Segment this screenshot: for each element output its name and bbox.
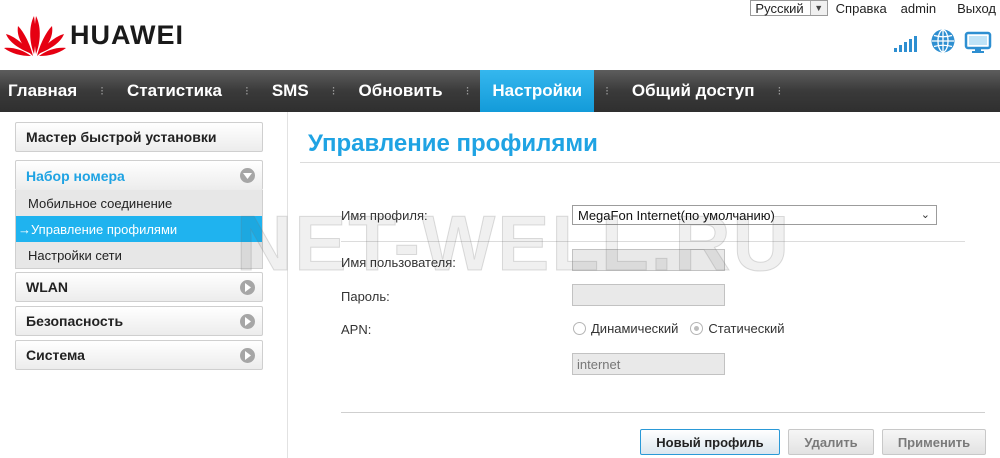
language-select[interactable]: Русский ▼ (750, 0, 828, 16)
apn-label: APN: (341, 322, 372, 337)
apn-mode-group: Динамический Статический (573, 321, 784, 336)
help-link[interactable]: Справка (836, 1, 887, 16)
chevron-right-icon (240, 314, 255, 329)
sidebar-item-wlan[interactable]: WLAN (15, 272, 263, 302)
profile-name-select[interactable]: MegaFon Internet(по умолчанию) ⌄ (572, 205, 937, 225)
sidebar-item-security[interactable]: Безопасность (15, 306, 263, 336)
username-input[interactable] (572, 249, 725, 271)
nav-home[interactable]: Главная (0, 70, 89, 112)
sidebar-item-system[interactable]: Система (15, 340, 263, 370)
profile-name-value: MegaFon Internet(по умолчанию) (578, 207, 775, 223)
logout-link[interactable]: Выход (957, 1, 996, 16)
actions-divider (341, 412, 985, 413)
sidebar: Мастер быстрой установки Набор номера Мо… (15, 122, 263, 370)
sidebar-item-quick-setup[interactable]: Мастер быстрой установки (15, 122, 263, 152)
chevron-right-icon (240, 348, 255, 363)
nav-separator: ⁝ (100, 84, 104, 98)
brand-name: HUAWEI (70, 20, 184, 50)
chevron-down-icon: ⌄ (920, 209, 930, 221)
chevron-down-icon (240, 168, 255, 183)
sidebar-submenu-dialup: Мобильное соединение →Управление профиля… (15, 190, 263, 269)
sidebar-item-label: Мастер быстрой установки (26, 129, 217, 145)
apply-button[interactable]: Применить (882, 429, 986, 455)
sidebar-item-label: Набор номера (26, 167, 125, 184)
language-value: Русский (755, 0, 804, 16)
nav-sms[interactable]: SMS (260, 70, 321, 112)
nav-separator: ⁝ (465, 84, 470, 98)
nav-sharing[interactable]: Общий доступ (620, 70, 767, 112)
password-label: Пароль: (341, 289, 390, 304)
nav-separator: ⁝ (245, 84, 249, 98)
header: HUAWEI Русский ▼ Справка admin Выход (0, 0, 1000, 70)
nav-update[interactable]: Обновить (347, 70, 455, 112)
nav-settings[interactable]: Настройки (480, 70, 595, 112)
sidebar-item-label: WLAN (26, 279, 68, 295)
status-icons (894, 28, 994, 54)
monitor-icon[interactable] (964, 30, 994, 54)
apn-dynamic-label: Динамический (591, 321, 679, 336)
page-title: Управление профилями (308, 130, 598, 157)
sidebar-item-label: Безопасность (26, 313, 124, 329)
globe-icon[interactable] (930, 28, 956, 54)
content-divider (287, 112, 288, 458)
username-label: Имя пользователя: (341, 255, 456, 270)
chevron-down-icon: ▼ (809, 1, 827, 15)
user-link[interactable]: admin (901, 1, 936, 16)
sidebar-item-profile-management[interactable]: →Управление профилями (16, 216, 262, 242)
nav-separator: ⁝ (777, 84, 782, 98)
apn-dynamic-radio[interactable] (573, 322, 586, 335)
sidebar-item-network-settings[interactable]: Настройки сети (16, 242, 262, 268)
chevron-right-icon (240, 280, 255, 295)
sidebar-item-label: Система (26, 347, 85, 363)
profile-name-label: Имя профиля: (341, 208, 428, 223)
apn-static-label: Статический (708, 321, 785, 336)
apn-static-radio[interactable] (690, 322, 704, 335)
huawei-logo-icon (4, 16, 66, 56)
main-nav: Главная ⁝ Статистика ⁝ SMS ⁝ Обновить ⁝ … (0, 70, 1000, 112)
nav-separator: ⁝ (605, 84, 609, 98)
top-links: Русский ▼ Справка admin Выход (750, 0, 996, 16)
password-input[interactable] (572, 284, 725, 306)
title-divider (300, 162, 1000, 163)
nav-separator: ⁝ (331, 84, 336, 98)
form-divider (341, 241, 965, 242)
nav-statistics[interactable]: Статистика (115, 70, 234, 112)
sidebar-item-dialup[interactable]: Набор номера (15, 160, 263, 190)
delete-button[interactable]: Удалить (788, 429, 874, 455)
apn-input[interactable]: internet (572, 353, 725, 375)
signal-strength-icon (894, 32, 922, 54)
new-profile-button[interactable]: Новый профиль (640, 429, 780, 455)
sidebar-item-mobile-connection[interactable]: Мобильное соединение (16, 190, 262, 216)
